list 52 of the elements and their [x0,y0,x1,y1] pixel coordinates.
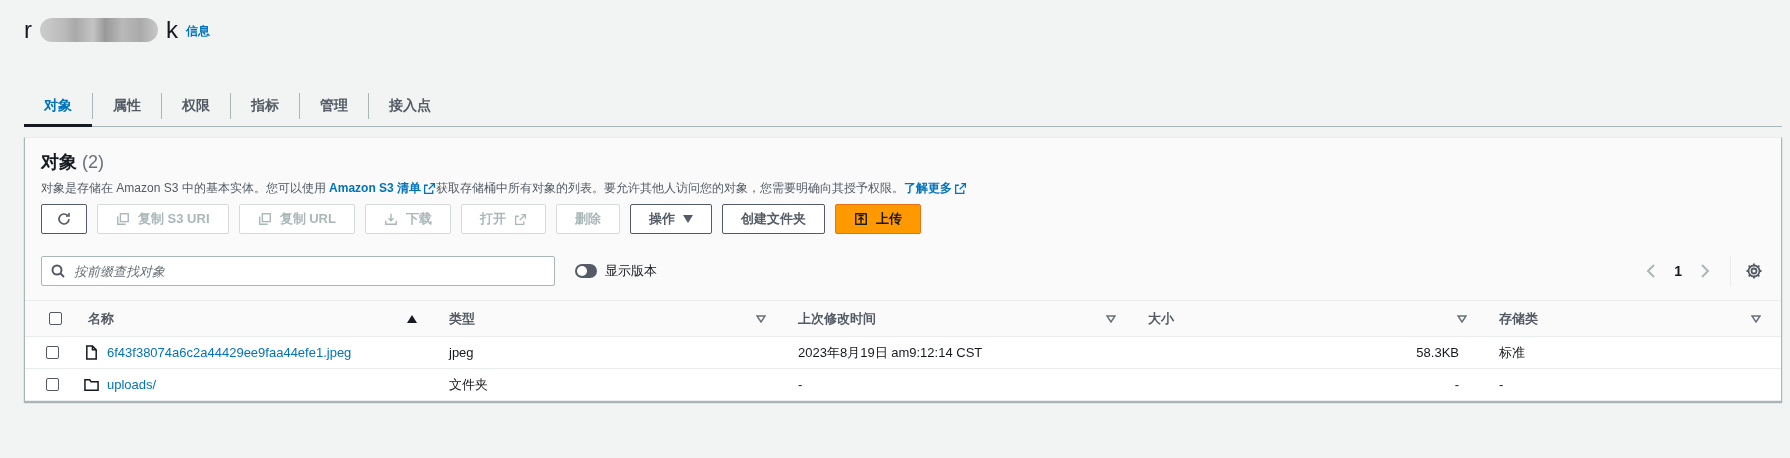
tab[interactable]: 指标 [231,85,299,127]
learn-more-link[interactable]: 了解更多 [904,180,968,196]
tab[interactable]: 接入点 [369,85,451,127]
panel-description: 对象是存储在 Amazon S3 中的基本实体。您可以使用 Amazon S3 清单 获取存储桶中所有对象的列表。要允许其他人访问您的对象，您需要明确向其授予权限。了解更多 [41,180,1765,196]
copy-icon [257,212,272,226]
external-link-icon [954,181,968,195]
select-all-checkbox[interactable] [49,312,62,325]
tab[interactable]: 对象 [24,85,92,127]
panel-heading: 对象 (2) [41,151,105,174]
table-cell: - [778,369,1128,401]
bucket-title-end: k [166,16,178,44]
search-icon [50,263,66,279]
inventory-link[interactable]: Amazon S3 清单 [329,180,437,196]
sort-ascending-icon[interactable] [407,314,417,323]
table-cell: - [1479,369,1781,401]
folder-icon [84,377,99,392]
page-number[interactable]: 1 [1674,263,1682,279]
tab[interactable]: 属性 [93,85,161,127]
object-name-link[interactable]: 6f43f38074a6c2a44429ee9faa44efe1.jpeg [107,345,352,360]
external-link-icon [513,212,527,226]
file-icon [84,345,99,360]
bucket-title-start: r [24,16,32,44]
upload-icon [853,212,868,226]
sort-icon[interactable] [756,314,766,323]
table-cell: 58.3KB [1128,337,1479,369]
copy-icon [116,212,130,226]
toggle-label: 显示版本 [605,262,657,280]
info-link[interactable]: 信息 [186,23,210,40]
row-checkbox[interactable] [46,346,59,359]
external-link-icon [423,181,437,195]
object-name-link[interactable]: uploads/ [107,377,157,392]
refresh-icon [56,211,72,227]
sort-icon[interactable] [1751,314,1761,323]
search-field[interactable]: 按前缀查找对象 [41,256,555,286]
table-cell: 标准 [1479,337,1781,369]
toolbar-button[interactable]: 上传 [834,204,921,234]
row-checkbox[interactable] [46,378,59,391]
sort-icon[interactable] [1106,314,1116,323]
caret-icon [682,215,693,223]
sort-icon[interactable] [1457,314,1467,323]
table-cell: - [1128,369,1479,401]
settings-icon[interactable] [1745,262,1763,280]
tab[interactable]: 管理 [300,85,368,127]
table-cell: jpeg [429,337,778,369]
versions-toggle[interactable] [575,264,597,278]
toolbar-button[interactable]: 操作 [629,204,712,234]
refresh-button[interactable] [41,204,87,234]
toolbar-button[interactable]: 创建文件夹 [721,204,825,234]
table-cell: 文件夹 [429,369,778,401]
table-cell: 2023年8月19日 am9:12:14 CST [778,337,1128,369]
download-icon [383,212,398,226]
tab[interactable]: 权限 [162,85,230,127]
